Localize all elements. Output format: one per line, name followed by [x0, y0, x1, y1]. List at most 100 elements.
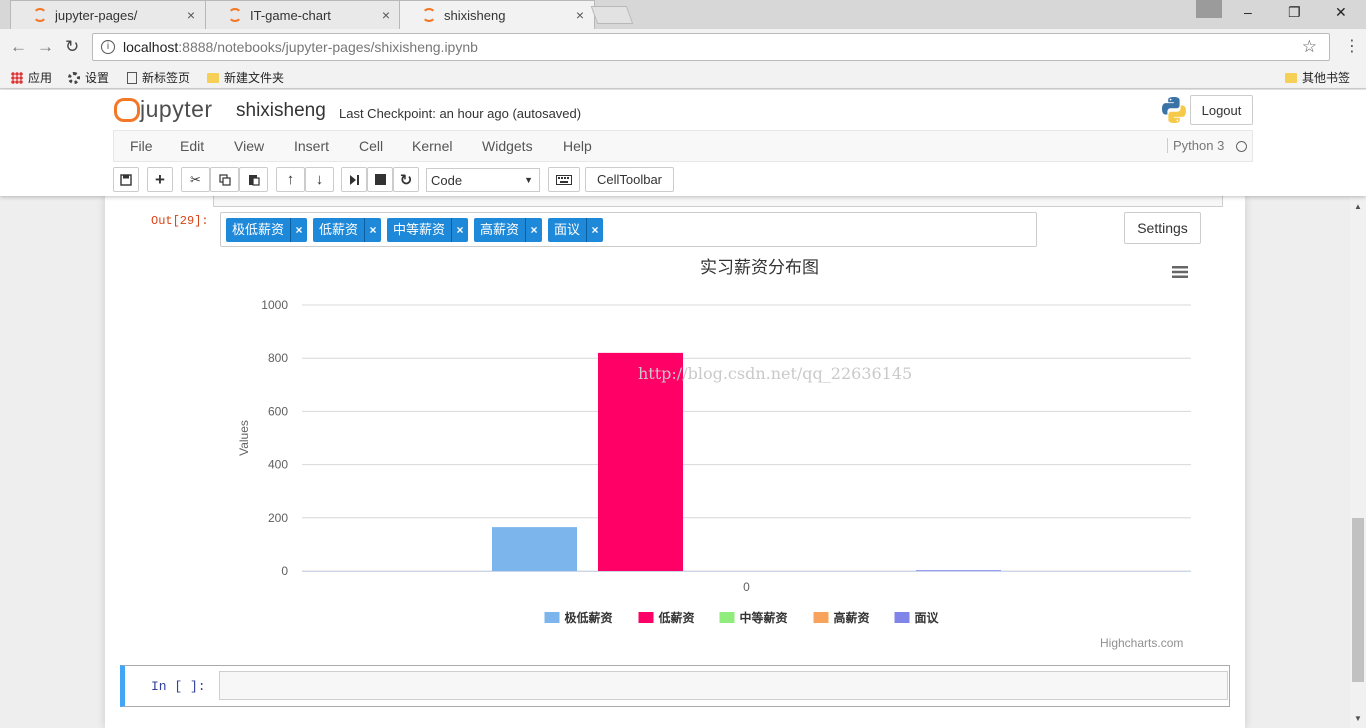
save-icon [120, 173, 132, 186]
folder-icon [1285, 72, 1297, 83]
filter-chip[interactable]: 面议 × [548, 218, 604, 242]
apps-grid-icon [11, 71, 23, 84]
notebook-name[interactable]: shixisheng [236, 100, 326, 122]
browser-menu-icon[interactable]: ⋮ [1344, 36, 1360, 56]
y-tick-label: 800 [268, 351, 288, 365]
close-window-button[interactable]: ✕ [1335, 4, 1347, 21]
chart-title: 实习薪资分布图 [700, 258, 819, 278]
bookmark-settings[interactable]: 设置 [68, 69, 109, 86]
back-arrow-icon[interactable]: ← [10, 37, 27, 57]
scroll-down-icon[interactable]: ▼ [1354, 714, 1362, 723]
chip-remove-icon[interactable]: × [291, 223, 307, 237]
chip-remove-icon[interactable]: × [587, 223, 603, 237]
profile-icon[interactable] [1196, 0, 1222, 18]
filter-chip[interactable]: 中等薪资 × [387, 218, 469, 242]
notebook-scroll-area: Out[29]: 极低薪资 × 低薪资 × 中等薪资 × 高薪资 × 面议 × [0, 196, 1350, 728]
chip-remove-icon[interactable]: × [452, 223, 468, 237]
run-cell-button[interactable] [341, 167, 367, 192]
chip-label: 低薪资 [313, 218, 366, 242]
tab-close-icon[interactable]: × [187, 7, 195, 23]
chip-remove-icon[interactable]: × [526, 223, 542, 237]
bar [916, 570, 1001, 571]
browser-tab-it-game-chart[interactable]: IT-game-chart × [205, 0, 401, 29]
menu-edit[interactable]: Edit [180, 138, 204, 154]
minimize-button[interactable]: – [1244, 4, 1252, 20]
scroll-up-icon[interactable]: ▲ [1354, 202, 1362, 211]
legend-item-label: 极低薪资 [565, 610, 613, 625]
legend-swatch [894, 612, 910, 623]
tab-title: IT-game-chart [250, 7, 331, 23]
bookmark-apps[interactable]: 应用 [11, 69, 52, 86]
filter-chip[interactable]: 低薪资 × [313, 218, 382, 242]
bookmark-new-folder[interactable]: 新建文件夹 [207, 69, 284, 86]
restart-kernel-button[interactable]: ↻ [393, 167, 419, 192]
forward-arrow-icon[interactable]: → [37, 37, 54, 57]
interrupt-kernel-button[interactable] [367, 167, 393, 192]
bookmark-label: 其他书签 [1302, 71, 1351, 85]
filter-chip[interactable]: 极低薪资 × [226, 218, 308, 242]
menu-file[interactable]: File [130, 138, 153, 154]
notebook-menubar: File Edit View Insert Cell Kernel Widget… [113, 130, 1253, 162]
menu-widgets[interactable]: Widgets [482, 138, 533, 154]
scrollbar-thumb[interactable] [1352, 518, 1364, 682]
jupyter-favicon-icon [422, 8, 436, 22]
browser-toolbar: ← → ↻ i localhost:8888/notebooks/jupyter… [0, 29, 1366, 65]
cell-type-value: Code [431, 172, 463, 188]
command-palette-button[interactable] [548, 167, 580, 192]
celltoolbar-button[interactable]: CellToolbar [585, 167, 674, 192]
move-up-button[interactable]: ↑ [276, 167, 305, 192]
tab-title: shixisheng [444, 7, 506, 23]
step-forward-icon [349, 174, 359, 185]
copy-button[interactable] [210, 167, 239, 192]
tab-close-icon[interactable]: × [382, 7, 390, 23]
highcharts-credit-link[interactable]: Highcharts.com [1100, 636, 1183, 650]
cut-button[interactable]: ✂ [181, 167, 210, 192]
bookmark-other[interactable]: 其他书签 [1285, 69, 1350, 86]
menu-view[interactable]: View [234, 138, 264, 154]
logo-text: jupyter [140, 96, 213, 122]
menu-kernel[interactable]: Kernel [412, 138, 452, 154]
logout-button[interactable]: Logout [1190, 95, 1253, 125]
jupyter-logo[interactable]: jupyter [114, 96, 213, 123]
jupyter-favicon-icon [33, 8, 47, 22]
chart-context-menu-icon[interactable] [1171, 265, 1189, 279]
new-tab-button[interactable] [590, 6, 634, 24]
jupyter-logo-icon [114, 97, 140, 122]
save-button[interactable] [113, 167, 139, 192]
arrow-down-icon: ↓ [315, 171, 324, 188]
menu-help[interactable]: Help [563, 138, 592, 154]
bar [598, 352, 683, 571]
previous-input-area[interactable] [213, 196, 1223, 207]
browser-tab-shixisheng[interactable]: shixisheng × [399, 0, 595, 29]
address-bar[interactable]: i localhost:8888/notebooks/jupyter-pages… [92, 33, 1330, 61]
series-filter-input[interactable]: 极低薪资 × 低薪资 × 中等薪资 × 高薪资 × 面议 × [220, 212, 1037, 247]
cell-type-select[interactable]: Code ▼ [426, 168, 540, 192]
vertical-scrollbar[interactable]: ▲ ▼ [1350, 196, 1366, 728]
restore-button[interactable]: ❐ [1288, 4, 1301, 21]
menu-cell[interactable]: Cell [359, 138, 383, 154]
settings-button[interactable]: Settings [1124, 212, 1201, 244]
code-cell[interactable]: In [ ]: [120, 665, 1230, 707]
menu-insert[interactable]: Insert [294, 138, 329, 154]
bookmark-new-tab[interactable]: 新标签页 [127, 69, 190, 86]
code-input[interactable] [219, 671, 1228, 700]
reload-icon[interactable]: ↻ [65, 37, 79, 57]
browser-tab-jupyter-pages[interactable]: jupyter-pages/ × [10, 0, 206, 29]
move-down-button[interactable]: ↓ [305, 167, 334, 192]
insert-cell-button[interactable]: + [147, 167, 173, 192]
page-icon [127, 71, 137, 84]
bookmark-star-icon[interactable]: ☆ [1302, 37, 1317, 57]
legend-swatch [638, 612, 654, 623]
scissors-icon: ✂ [190, 171, 201, 187]
tab-close-icon[interactable]: × [576, 7, 584, 23]
y-tick-label: 400 [268, 458, 288, 472]
filter-chip[interactable]: 高薪资 × [474, 218, 543, 242]
output-prompt: Out[29]: [151, 214, 209, 228]
chip-remove-icon[interactable]: × [365, 223, 381, 237]
chart-svg: 实习薪资分布图 0 200 400 600 800 1000 Values 0 http://bl… [237, 258, 1191, 625]
chip-label: 面议 [548, 218, 588, 242]
paste-icon [248, 174, 260, 186]
legend-swatch [719, 612, 735, 623]
info-icon[interactable]: i [101, 40, 115, 54]
paste-button[interactable] [239, 167, 268, 192]
